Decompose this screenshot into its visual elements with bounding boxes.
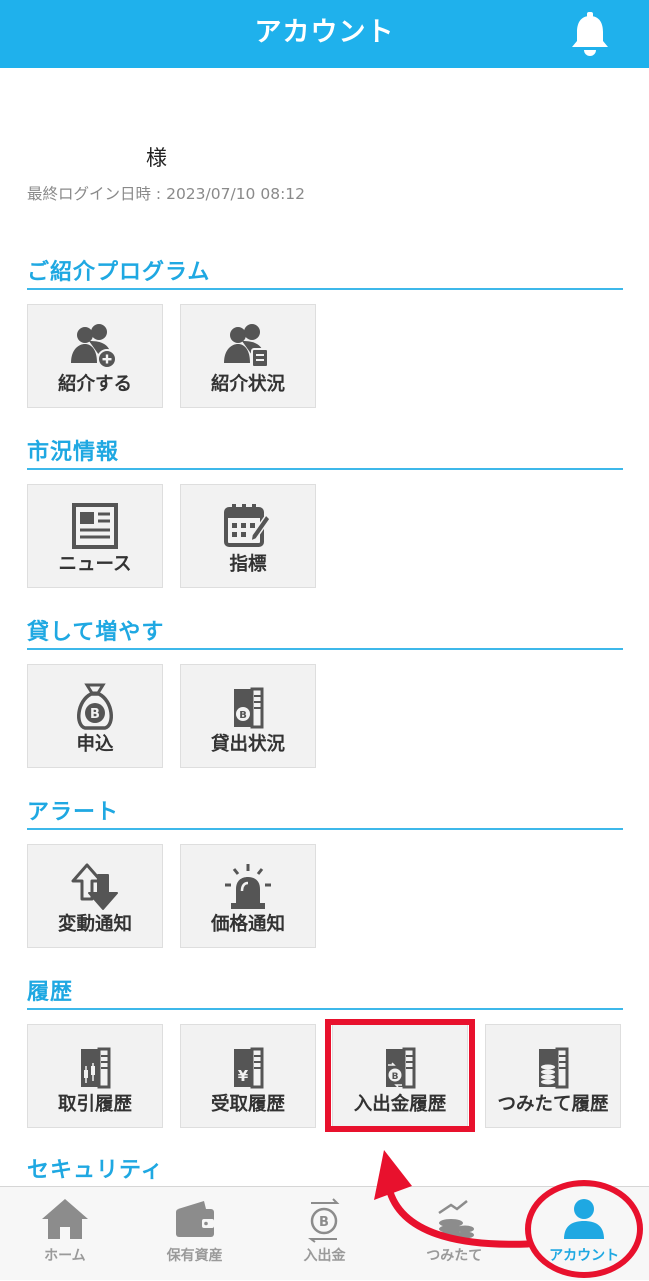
calendar-icon: [224, 504, 271, 547]
tab-label: 入出金: [303, 1248, 346, 1264]
tile-label: 貸出状況: [210, 734, 285, 755]
volatility-alert-button[interactable]: 変動通知: [27, 844, 163, 948]
section-title-lending: 貸して増やす: [27, 620, 165, 645]
tab-holdings[interactable]: 保有資産: [130, 1187, 260, 1281]
wallet-icon: [175, 1201, 214, 1237]
tile-label: ニュース: [58, 554, 132, 575]
receipt-history-button[interactable]: ¥ 受取履歴: [180, 1024, 316, 1128]
svg-text:B: B: [239, 710, 247, 721]
tile-label: 価格通知: [210, 914, 285, 935]
bitcoin-transfer-icon: B: [308, 1198, 340, 1243]
newspaper-icon: [72, 503, 118, 549]
tab-label: ホーム: [44, 1248, 86, 1264]
lending-status-button[interactable]: B 貸出状況: [180, 664, 316, 768]
section-title-security: セキュリティ: [27, 1158, 164, 1183]
tab-label: つみたて: [426, 1248, 483, 1264]
tile-label: 紹介状況: [210, 374, 285, 395]
price-alert-button[interactable]: 価格通知: [180, 844, 316, 948]
candlestick-document-icon: [81, 1047, 111, 1089]
indicators-button[interactable]: 指標: [180, 484, 316, 588]
trade-history-button[interactable]: 取引履歴: [27, 1024, 163, 1128]
section-divider: [27, 1008, 623, 1010]
tile-label: 受取履歴: [210, 1094, 285, 1115]
tab-home[interactable]: ホーム: [0, 1187, 130, 1281]
siren-icon: [225, 864, 271, 909]
person-icon: [564, 1199, 605, 1239]
coins-document-icon: [539, 1047, 569, 1089]
svg-text:B: B: [320, 1215, 330, 1230]
page-title: アカウント: [254, 17, 395, 48]
tile-label: 申込: [76, 734, 114, 755]
section-title-referral: ご紹介プログラム: [27, 260, 211, 285]
bitcoin-document-icon: B: [234, 687, 264, 729]
bottom-tab-bar: ホーム 保有資産 B 入出金 つみたて アカウント: [0, 1186, 649, 1280]
section-title-alert: アラート: [27, 800, 120, 825]
app-header: アカウント: [0, 0, 649, 68]
lending-apply-button[interactable]: B 申込: [27, 664, 163, 768]
section-divider: [27, 828, 623, 830]
section-title-history: 履歴: [27, 980, 74, 1005]
user-name-suffix: 様: [146, 146, 167, 170]
up-down-arrows-icon: [71, 863, 118, 910]
referral-status-icon: [224, 324, 269, 368]
tab-deposit-withdrawal[interactable]: B 入出金: [260, 1187, 390, 1281]
tile-label: 指標: [229, 554, 267, 575]
tile-label: 取引履歴: [57, 1094, 132, 1115]
news-button[interactable]: ニュース: [27, 484, 163, 588]
tab-account[interactable]: アカウント: [519, 1187, 649, 1281]
section-divider: [27, 288, 623, 290]
tile-label: 紹介する: [57, 374, 132, 395]
last-login-time: 最終ログイン日時 : 2023/07/10 08:12: [27, 185, 306, 203]
svg-text:¥: ¥: [238, 1067, 249, 1085]
tile-label: 変動通知: [57, 914, 132, 935]
section-divider: [27, 648, 623, 650]
tab-label: 保有資産: [166, 1248, 223, 1264]
home-icon: [41, 1199, 88, 1239]
tile-label: つみたて履歴: [497, 1094, 609, 1115]
tab-label: アカウント: [549, 1248, 620, 1264]
referral-status-button[interactable]: 紹介状況: [180, 304, 316, 408]
svg-text:B: B: [90, 707, 100, 722]
section-title-market: 市況情報: [27, 440, 120, 465]
highlight-annotation-box: [325, 1019, 475, 1132]
yen-document-icon: ¥: [234, 1047, 264, 1089]
accumulation-history-button[interactable]: つみたて履歴: [485, 1024, 621, 1128]
section-divider: [27, 468, 623, 470]
tab-accumulation[interactable]: つみたて: [389, 1187, 519, 1281]
referral-invite-button[interactable]: 紹介する: [27, 304, 163, 408]
money-bag-icon: B: [77, 683, 113, 730]
bell-icon[interactable]: [569, 12, 611, 56]
coin-stack-icon: [438, 1200, 475, 1239]
add-user-icon: [71, 324, 117, 369]
